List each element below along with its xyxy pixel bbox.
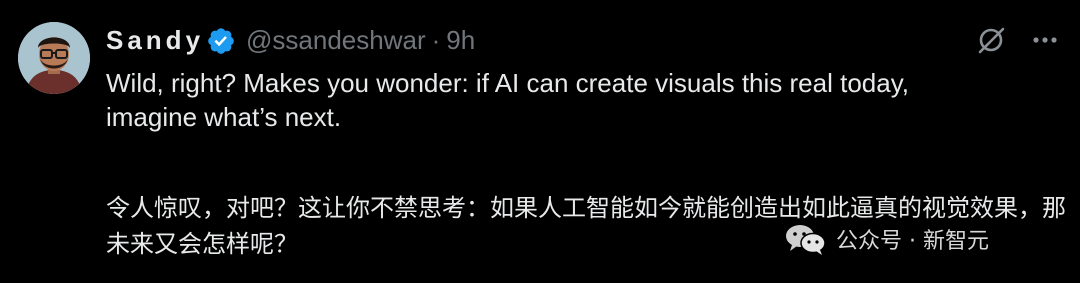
tweet-timestamp[interactable]: 9h bbox=[446, 25, 475, 56]
tweet-body: Sandy @ssandeshwar · 9h Wild, right? Mak… bbox=[106, 22, 1066, 259]
wechat-icon bbox=[786, 225, 826, 255]
display-name[interactable]: Sandy bbox=[106, 25, 204, 56]
tweet-header: Sandy @ssandeshwar · 9h bbox=[106, 22, 1060, 58]
verified-badge-icon bbox=[208, 28, 234, 54]
avatar[interactable] bbox=[18, 22, 90, 94]
grok-icon[interactable] bbox=[974, 23, 1008, 57]
tweet-text: Wild, right? Makes you wonder: if AI can… bbox=[106, 68, 917, 132]
separator-dot: · bbox=[431, 24, 441, 55]
watermark: 公众号 · 新智元 bbox=[784, 222, 989, 256]
avatar-image bbox=[18, 22, 90, 94]
more-icon[interactable] bbox=[1030, 25, 1060, 55]
user-handle[interactable]: @ssandeshwar bbox=[246, 25, 426, 56]
watermark-label: 公众号 · 新智元 bbox=[836, 229, 989, 254]
tweet-actions bbox=[974, 22, 1060, 58]
